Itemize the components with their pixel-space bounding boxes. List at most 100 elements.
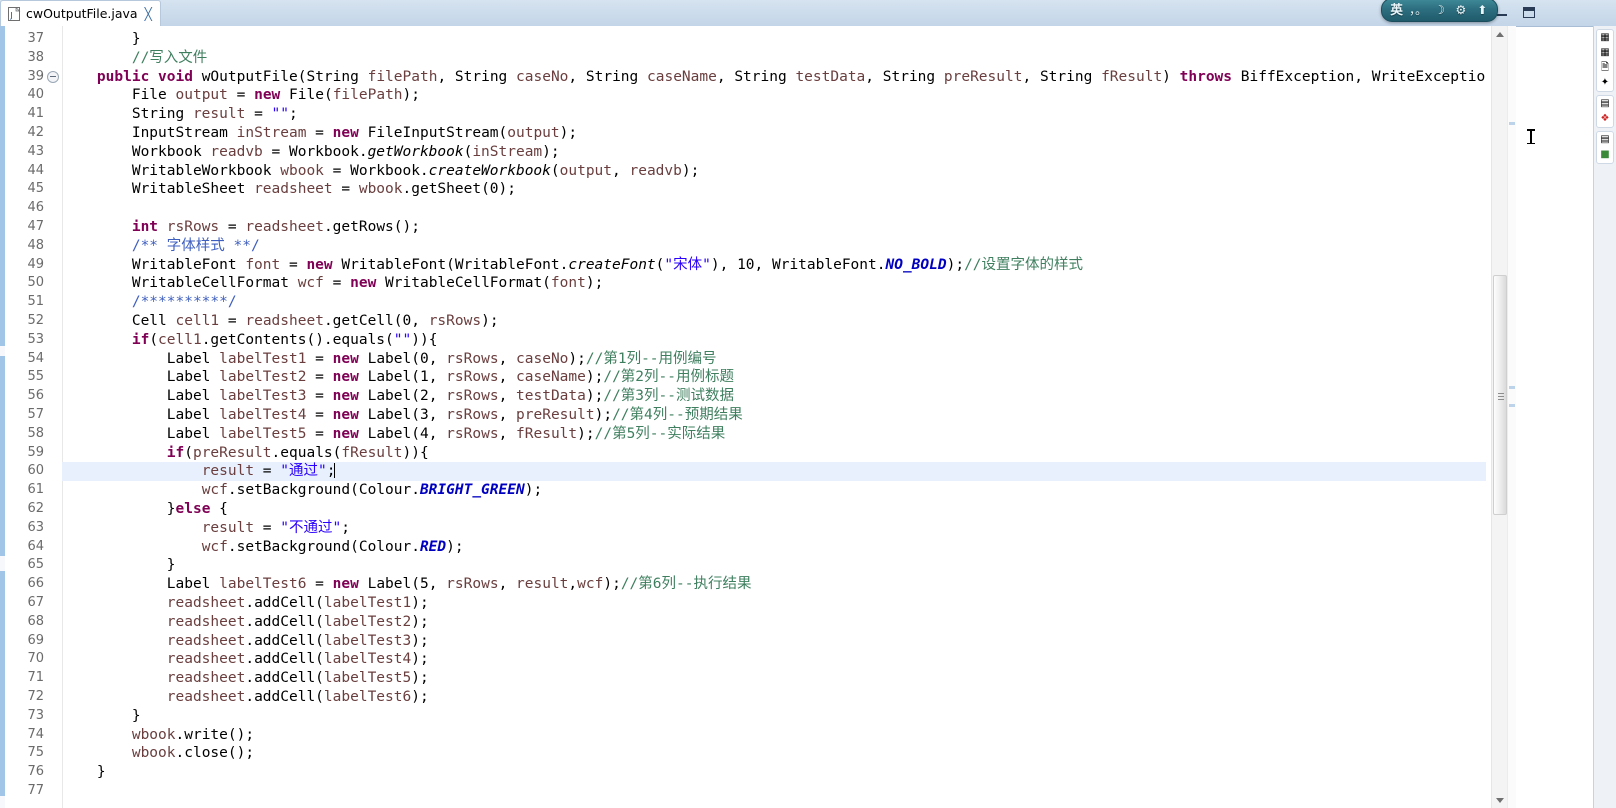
code-token: wcf (201, 538, 228, 555)
code-line[interactable] (62, 199, 1486, 218)
code-token: rsRows (446, 388, 499, 405)
code-line[interactable]: File output = new File(filePath); (62, 86, 1486, 105)
code-token: , (498, 407, 517, 423)
code-line[interactable]: wbook.close(); (62, 744, 1486, 763)
ime-moon-icon[interactable]: ☽ (1431, 1, 1448, 19)
code-token: String (1039, 68, 1093, 85)
code-token: } (62, 501, 176, 517)
code-token: , (498, 350, 517, 367)
code-line[interactable]: readsheet.addCell(labelTest6); (62, 688, 1486, 707)
line-number: 52 (27, 313, 44, 328)
code-line[interactable]: Label labelTest6 = new Label(5, rsRows, … (62, 575, 1486, 594)
code-token: output (507, 125, 560, 141)
code-token: WritableCellFormat( (376, 275, 551, 292)
overview-ruler[interactable] (1507, 26, 1516, 808)
code-token: ); (446, 538, 464, 555)
code-line[interactable]: } (62, 763, 1486, 782)
line-number: 61 (27, 482, 44, 498)
line-number: 48 (27, 237, 44, 253)
code-token: ( (550, 162, 560, 179)
ime-language-icon[interactable]: 英 (1388, 1, 1405, 19)
code-token: ); (559, 125, 578, 141)
desktop-widget-card-2[interactable]: ▤ ❖ (1596, 95, 1614, 128)
code-line[interactable]: } (62, 707, 1486, 726)
code-line[interactable]: Label labelTest5 = new Label(4, rsRows, … (62, 425, 1486, 444)
code-line[interactable]: Cell cell1 = readsheet.getCell(0, rsRows… (62, 312, 1486, 331)
code-line[interactable]: if(preResult.equals(fResult)){ (62, 444, 1486, 463)
ime-gear-icon[interactable]: ⚙ (1452, 1, 1469, 19)
code-token: inStream (472, 143, 543, 160)
ime-punctuation-icon[interactable]: ，。 (1409, 1, 1427, 19)
code-line[interactable]: WritableSheet readsheet = wbook.getSheet… (62, 180, 1486, 199)
code-line[interactable]: readsheet.addCell(labelTest1); (62, 594, 1486, 613)
code-line[interactable] (62, 782, 1486, 801)
line-number: 62 (27, 501, 44, 516)
code-folding-toggle[interactable] (47, 70, 59, 83)
code-line[interactable]: WritableCellFormat wcf = new WritableCel… (62, 274, 1486, 293)
code-line[interactable]: InputStream inStream = new FileInputStre… (62, 124, 1486, 143)
code-line[interactable]: if(cell1.getContents().equals("")){ (62, 331, 1486, 350)
desktop-widget-card-1[interactable]: ▦ ▦ 🗎 ✦ (1596, 29, 1614, 92)
line-number: 44 (27, 162, 44, 178)
close-icon[interactable]: ╳ (145, 8, 152, 20)
code-token: ); (411, 613, 429, 630)
line-number-gutter[interactable]: 37 38 39 40 41 42 43 44 45 46 47 48 49 50 51 52 53 54 55 56… (5, 26, 63, 808)
code-line[interactable]: } (62, 30, 1486, 49)
code-line[interactable]: readsheet.addCell(labelTest5); (62, 669, 1486, 688)
code-line[interactable]: int rsRows = readsheet.getRows(); (62, 218, 1486, 237)
code-token: caseName (647, 68, 717, 85)
code-token: readsheet (166, 651, 246, 668)
code-line[interactable]: public void wOutputFile(String filePath,… (62, 68, 1486, 87)
java-source-editor[interactable]: 37 38 39 40 41 42 43 44 45 46 47 48 49 50 51 52 53 54 55 56… (0, 26, 1516, 808)
scrollbar-thumb[interactable] (1493, 275, 1507, 515)
code-line-current[interactable]: result = "通过"; (62, 462, 1486, 482)
code-line[interactable]: result = "不通过"; (62, 519, 1486, 538)
code-line[interactable]: Label labelTest1 = new Label(0, rsRows, … (62, 350, 1486, 369)
code-line[interactable]: }else { (62, 500, 1486, 519)
code-token: //第6列--执行结果 (620, 576, 752, 593)
java-file-icon: J (7, 6, 21, 21)
code-line[interactable]: wbook.write(); (62, 726, 1486, 745)
code-line[interactable]: readsheet.addCell(labelTest2); (62, 613, 1486, 632)
editor-tab-cwoutputfile[interactable]: J cwOutputFile.java ╳ (0, 0, 161, 26)
code-token: Workbook (62, 143, 211, 160)
line-number: 54 (27, 350, 44, 366)
code-line[interactable]: readsheet.addCell(labelTest3); (62, 632, 1486, 651)
code-token: inStream (236, 125, 307, 141)
desktop-widget-card-3[interactable]: ▤ ■ (1596, 131, 1614, 164)
code-line[interactable]: /**********/ (62, 293, 1486, 312)
scroll-up-arrow-icon[interactable] (1492, 26, 1508, 42)
code-token: String (454, 68, 508, 85)
code-line[interactable]: WritableWorkbook wbook = Workbook.create… (62, 162, 1486, 181)
code-line[interactable]: Workbook readvb = Workbook.getWorkbook(i… (62, 143, 1486, 162)
code-line[interactable]: readsheet.addCell(labelTest4); (62, 650, 1486, 669)
code-line[interactable]: wcf.setBackground(Colour.RED); (62, 538, 1486, 557)
scroll-down-arrow-icon[interactable] (1492, 792, 1508, 808)
code-token: WritableFont (62, 256, 246, 273)
line-number: 47 (27, 219, 44, 234)
vertical-scrollbar[interactable] (1491, 26, 1508, 808)
code-line[interactable]: Label labelTest4 = new Label(3, rsRows, … (62, 406, 1486, 425)
code-line[interactable]: WritableFont font = new WritableFont(Wri… (62, 256, 1486, 275)
code-line[interactable]: Label labelTest2 = new Label(1, rsRows, … (62, 368, 1486, 387)
code-line[interactable]: } (62, 556, 1486, 575)
code-line[interactable]: Label labelTest3 = new Label(2, rsRows, … (62, 387, 1486, 406)
code-line[interactable]: //写入文件 (62, 49, 1486, 68)
code-token: ); (585, 369, 604, 386)
code-line[interactable]: String result = ""; (62, 105, 1486, 124)
ime-toolbar[interactable]: 英 ，。 ☽ ⚙ ⬆ (1381, 0, 1498, 22)
code-token: , (498, 576, 517, 593)
code-token: .addCell( (245, 670, 324, 687)
code-token: WritableWorkbook (62, 162, 281, 179)
ime-upload-icon[interactable]: ⬆ (1474, 1, 1491, 19)
line-number: 70 (27, 651, 44, 667)
code-content[interactable]: } //写入文件 public void wOutputFile(String … (62, 26, 1486, 808)
code-line[interactable]: /** 字体样式 **/ (62, 237, 1486, 256)
code-line[interactable]: wcf.setBackground(Colour.BRIGHT_GREEN); (62, 481, 1486, 500)
restore-button[interactable] (1523, 6, 1536, 19)
code-token: ); (411, 651, 429, 668)
desktop-widget-strip[interactable]: ▦ ▦ 🗎 ✦ ▤ ❖ ▤ ■ (1593, 26, 1616, 808)
